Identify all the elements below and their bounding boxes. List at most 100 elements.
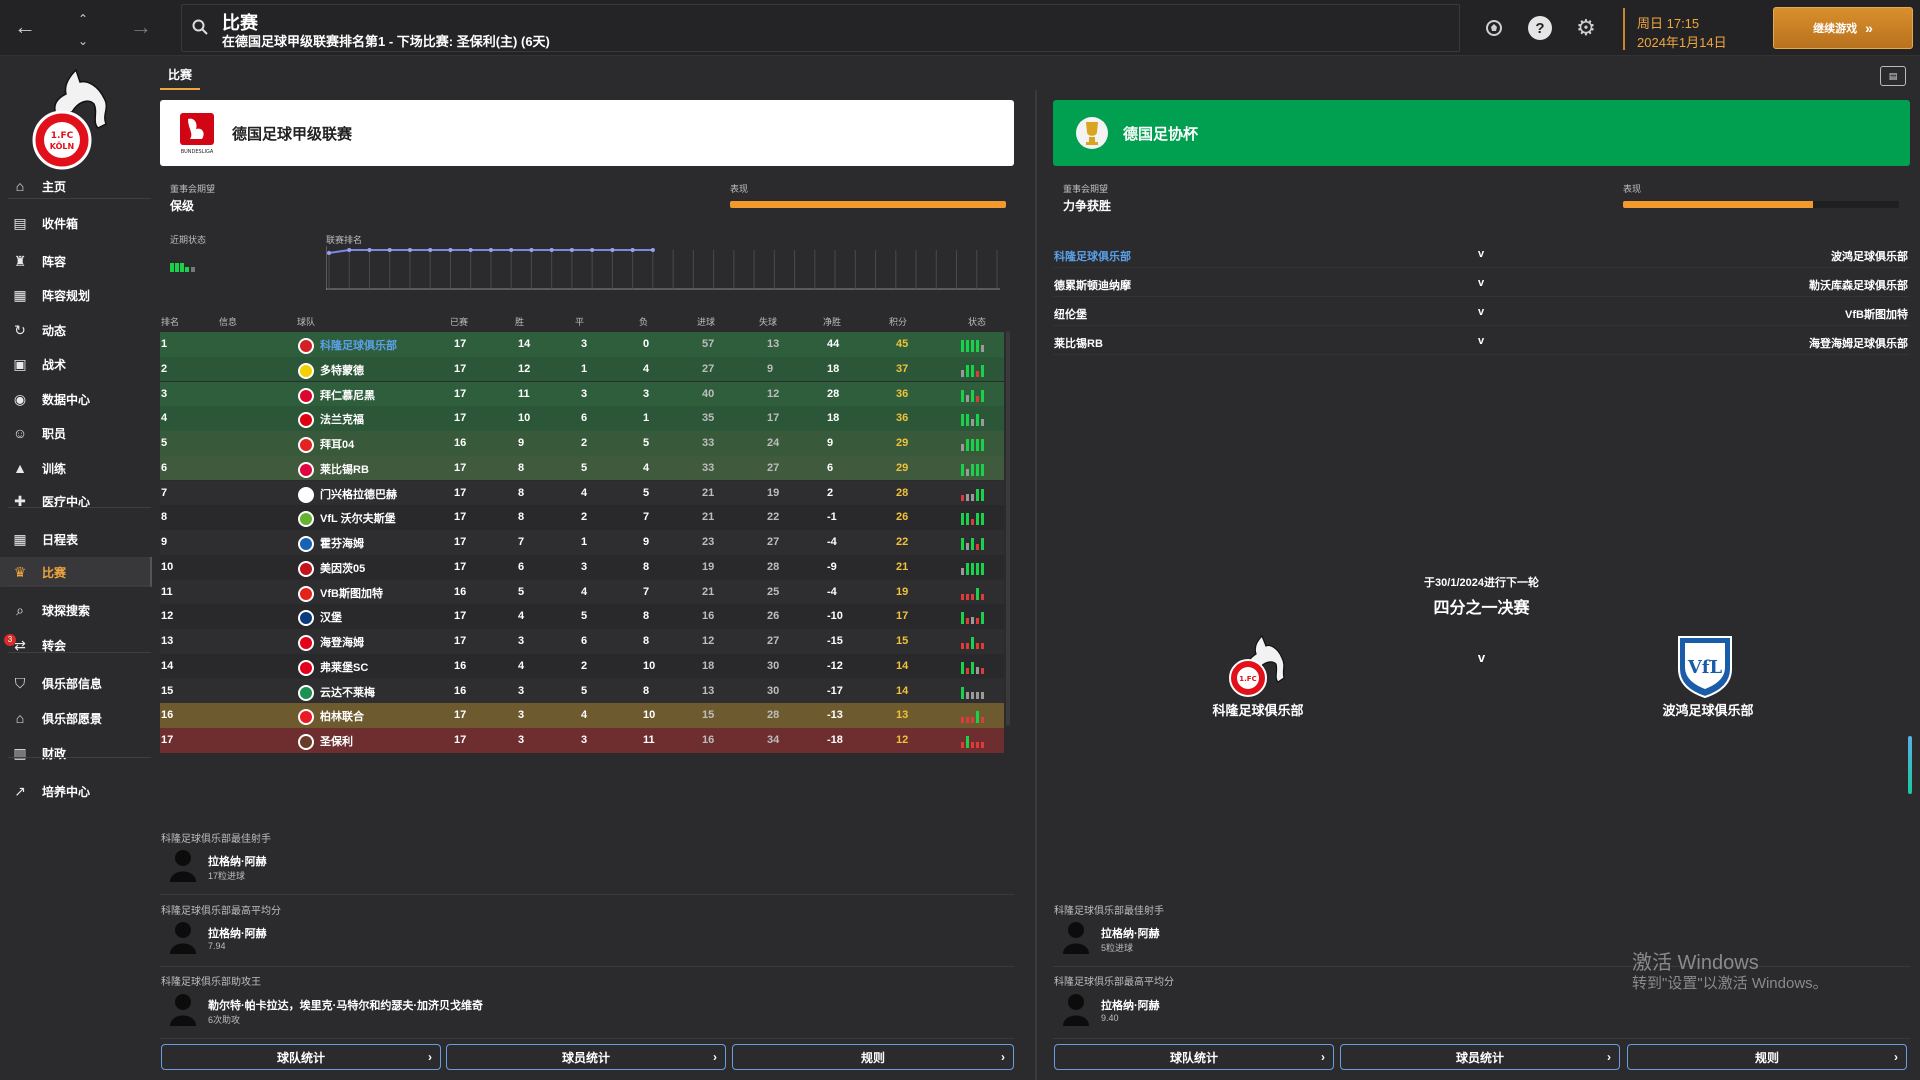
sidebar-item[interactable]: ⌂ 主页 bbox=[0, 171, 152, 201]
position-point[interactable] bbox=[367, 248, 372, 252]
chevron-down-icon[interactable]: ⌄ bbox=[78, 30, 88, 52]
position-point[interactable] bbox=[610, 248, 615, 252]
position-point[interactable] bbox=[590, 248, 595, 252]
team-name-cell[interactable]: 法兰克福 bbox=[320, 411, 364, 427]
fixture-row[interactable]: 科隆足球俱乐部 v 波鸿足球俱乐部 bbox=[1053, 240, 1910, 268]
team-name-cell[interactable]: VfL 沃尔夫斯堡 bbox=[320, 510, 396, 526]
cup-team-stats-button[interactable]: 球队统计 › bbox=[1054, 1044, 1334, 1070]
sidebar-item[interactable]: ♜ 阵容 bbox=[0, 246, 152, 276]
home-team-crest[interactable]: 1.FC bbox=[1226, 632, 1290, 700]
position-point[interactable] bbox=[468, 248, 473, 252]
club-logo[interactable]: 1.FC KÖLN bbox=[28, 64, 124, 176]
player-avatar[interactable] bbox=[168, 920, 198, 954]
away-team-name[interactable]: 波鸿足球俱乐部 bbox=[1613, 700, 1803, 719]
position-point[interactable] bbox=[569, 248, 574, 252]
table-row[interactable]: 2 17 12 1 4 27 9 18 37 多特蒙德 bbox=[160, 356, 1004, 382]
table-row[interactable]: 4 17 10 6 1 35 17 18 36 法兰克福 bbox=[160, 406, 1004, 431]
sidebar-item[interactable]: ▤ 收件箱 bbox=[0, 208, 152, 238]
sidebar-item[interactable]: ⇄ 转会 3 bbox=[0, 630, 152, 660]
cup-top-scorer-name[interactable]: 拉格纳·阿赫 bbox=[1101, 925, 1160, 941]
position-point[interactable] bbox=[549, 248, 554, 252]
page-scrollbar[interactable] bbox=[1908, 736, 1912, 794]
player-avatar[interactable] bbox=[1061, 920, 1091, 954]
column-header[interactable]: 排名 bbox=[161, 315, 179, 328]
search-bar[interactable]: 比赛 在德国足球甲级联赛排名第1 - 下场比赛: 圣保利(主) (6天) bbox=[181, 4, 1460, 52]
team-name-cell[interactable]: 云达不莱梅 bbox=[320, 684, 375, 700]
position-point[interactable] bbox=[529, 248, 534, 252]
player-avatar[interactable] bbox=[168, 848, 198, 882]
column-header[interactable]: 状态 bbox=[968, 315, 986, 328]
position-point[interactable] bbox=[509, 248, 514, 252]
league-top-rating-name[interactable]: 拉格纳·阿赫 bbox=[208, 925, 267, 941]
team-name-cell[interactable]: 汉堡 bbox=[320, 609, 342, 625]
table-row[interactable]: 12 17 4 5 8 16 26 -10 17 汉堡 bbox=[160, 604, 1004, 629]
league-top-scorer-name[interactable]: 拉格纳·阿赫 bbox=[208, 853, 267, 869]
cup-rules-button[interactable]: 规则 › bbox=[1627, 1044, 1907, 1070]
table-row[interactable]: 13 17 3 6 8 12 27 -15 15 海登海姆 bbox=[160, 629, 1004, 654]
cup-top-rating-name[interactable]: 拉格纳·阿赫 bbox=[1101, 997, 1160, 1013]
table-row[interactable]: 11 16 5 4 7 21 25 -4 19 VfB斯图加特 bbox=[160, 579, 1004, 605]
fixture-away[interactable]: 海登海姆足球俱乐部 bbox=[1809, 335, 1908, 351]
sidebar-item[interactable]: ◉ 数据中心 bbox=[0, 384, 152, 414]
team-name-cell[interactable]: 科隆足球俱乐部 bbox=[320, 337, 397, 353]
gear-icon[interactable]: ⚙ bbox=[1574, 15, 1598, 40]
column-header[interactable]: 净胜 bbox=[823, 315, 841, 328]
league-header[interactable]: BUNDESLIGA 德国足球甲级联赛 bbox=[160, 100, 1014, 166]
sidebar-item[interactable]: ▥ 财政 bbox=[0, 738, 152, 768]
sidebar-item[interactable]: ▦ 阵容规划 bbox=[0, 280, 152, 310]
forward-arrow-icon[interactable]: → bbox=[130, 16, 152, 38]
position-point[interactable] bbox=[448, 248, 453, 252]
column-header[interactable]: 已赛 bbox=[450, 315, 468, 328]
team-name-cell[interactable]: 柏林联合 bbox=[320, 708, 364, 724]
table-row[interactable]: 17 17 3 3 11 16 34 -18 12 圣保利 bbox=[160, 728, 1004, 753]
sidebar-item[interactable]: ☺ 职员 bbox=[0, 418, 152, 448]
ball-icon[interactable] bbox=[1482, 16, 1506, 40]
sidebar-item[interactable]: ♛ 比赛 bbox=[0, 557, 152, 587]
fixture-row[interactable]: 莱比锡RB v 海登海姆足球俱乐部 bbox=[1053, 327, 1910, 355]
position-point[interactable] bbox=[407, 248, 412, 252]
cup-header[interactable]: 德国足协杯 bbox=[1053, 100, 1910, 166]
player-avatar[interactable] bbox=[1061, 992, 1091, 1026]
help-icon[interactable]: ? bbox=[1528, 16, 1552, 40]
sidebar-item[interactable]: ↻ 动态 bbox=[0, 315, 152, 345]
column-header[interactable]: 积分 bbox=[889, 315, 907, 328]
team-name-cell[interactable]: 弗莱堡SC bbox=[320, 659, 368, 675]
player-avatar[interactable] bbox=[168, 992, 198, 1026]
table-row[interactable]: 7 17 8 4 5 21 19 2 28 门兴格拉德巴赫 bbox=[160, 480, 1004, 506]
fixture-home[interactable]: 科隆足球俱乐部 bbox=[1054, 248, 1131, 264]
layout-toggle-icon[interactable]: ▤ bbox=[1880, 66, 1906, 86]
sidebar-item[interactable]: ↗ 培养中心 bbox=[0, 776, 152, 806]
tab-competitions[interactable]: 比赛 bbox=[160, 66, 201, 90]
chevron-up-icon[interactable]: ⌃ bbox=[78, 8, 88, 30]
team-stats-button[interactable]: 球队统计 › bbox=[161, 1044, 441, 1070]
sidebar-item[interactable]: ▣ 战术 bbox=[0, 349, 152, 379]
rules-button[interactable]: 规则 › bbox=[732, 1044, 1014, 1070]
table-scrollbar[interactable] bbox=[1006, 331, 1010, 726]
team-name-cell[interactable]: 圣保利 bbox=[320, 733, 353, 749]
column-header[interactable]: 进球 bbox=[697, 315, 715, 328]
team-name-cell[interactable]: 海登海姆 bbox=[320, 634, 364, 650]
fixture-home[interactable]: 纽伦堡 bbox=[1054, 306, 1087, 322]
sidebar-item[interactable]: ▦ 日程表 bbox=[0, 524, 152, 554]
column-header[interactable]: 平 bbox=[575, 315, 584, 328]
continue-button[interactable]: 继续游戏 » bbox=[1773, 7, 1913, 49]
fixture-away[interactable]: 波鸿足球俱乐部 bbox=[1831, 248, 1908, 264]
team-name-cell[interactable]: 拜耳04 bbox=[320, 436, 354, 452]
position-point[interactable] bbox=[488, 248, 493, 252]
home-team-name[interactable]: 科隆足球俱乐部 bbox=[1163, 700, 1353, 719]
team-name-cell[interactable]: 拜仁慕尼黑 bbox=[320, 387, 375, 403]
team-name-cell[interactable]: 多特蒙德 bbox=[320, 362, 364, 378]
position-point[interactable] bbox=[428, 248, 433, 252]
sidebar-item[interactable]: ⌂ 俱乐部愿景 bbox=[0, 703, 152, 733]
table-row[interactable]: 3 17 11 3 3 40 12 28 36 拜仁慕尼黑 bbox=[160, 381, 1004, 407]
team-name-cell[interactable]: VfB斯图加特 bbox=[320, 585, 383, 601]
fixture-row[interactable]: 德累斯顿迪纳摩 v 勒沃库森足球俱乐部 bbox=[1053, 269, 1910, 297]
player-stats-button[interactable]: 球员统计 › bbox=[446, 1044, 726, 1070]
position-point[interactable] bbox=[387, 248, 392, 252]
cup-player-stats-button[interactable]: 球员统计 › bbox=[1340, 1044, 1620, 1070]
table-row[interactable]: 1 17 14 3 0 57 13 44 45 科隆足球俱乐部 bbox=[160, 332, 1004, 357]
position-point[interactable] bbox=[630, 248, 635, 252]
table-row[interactable]: 10 17 6 3 8 19 28 -9 21 美因茨05 bbox=[160, 554, 1004, 580]
table-row[interactable]: 16 17 3 4 10 15 28 -13 13 柏林联合 bbox=[160, 703, 1004, 728]
table-row[interactable]: 5 16 9 2 5 33 24 9 29 拜耳04 bbox=[160, 431, 1004, 456]
